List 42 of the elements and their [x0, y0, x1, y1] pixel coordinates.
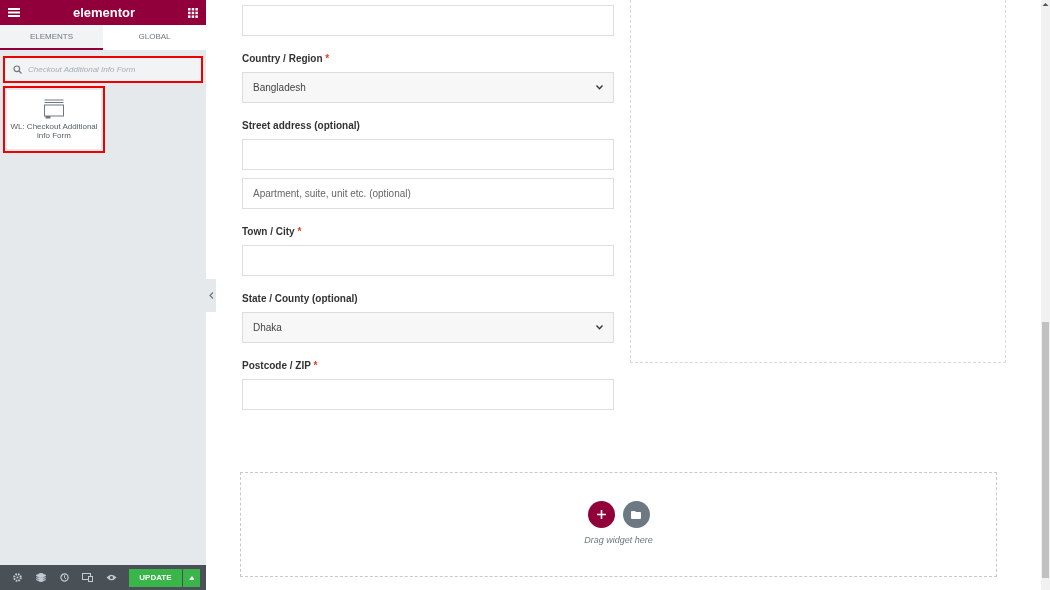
scrollbar-thumb[interactable]: [1042, 322, 1049, 578]
drop-hint: Drag widget here: [584, 534, 653, 548]
more-options-button[interactable]: [183, 568, 200, 587]
input-field[interactable]: Apartment, suite, unit etc. (optional): [242, 178, 614, 209]
folder-icon: [631, 510, 641, 519]
update-button[interactable]: UPDATE: [128, 568, 182, 587]
required-mark: *: [313, 360, 318, 371]
menu-icon[interactable]: [8, 8, 20, 17]
field-label: Town / City *: [242, 225, 303, 239]
form-icon: [44, 99, 64, 120]
select-field[interactable]: Bangladesh: [242, 72, 614, 103]
search-icon: [13, 65, 22, 74]
field-label: State / County (optional): [242, 292, 359, 306]
input-field[interactable]: [242, 139, 614, 170]
plus-icon: [596, 510, 606, 520]
field-label: Street address (optional): [242, 119, 361, 133]
settings-icon[interactable]: [13, 573, 23, 582]
layers-icon[interactable]: [36, 573, 47, 582]
grid-icon[interactable]: [188, 7, 198, 18]
select-field[interactable]: Dhaka: [242, 312, 614, 343]
scrollbar[interactable]: [1041, 0, 1050, 590]
logo: elementor: [72, 3, 136, 22]
caret-icon: [189, 575, 194, 580]
required-mark: *: [297, 226, 302, 237]
input-field[interactable]: [242, 245, 614, 276]
template-library-button[interactable]: [622, 501, 650, 529]
scroll-up-icon[interactable]: [1042, 2, 1049, 7]
field-label: Postcode / ZIP *: [242, 359, 319, 373]
add-section-button[interactable]: [587, 501, 615, 529]
chevron-icon: [208, 292, 214, 299]
panel-tab[interactable]: ELEMENTS: [0, 25, 103, 50]
input-field[interactable]: [242, 379, 614, 410]
chevron-down-icon: [596, 85, 603, 90]
collapse-handle[interactable]: [206, 279, 216, 312]
required-mark: *: [325, 53, 330, 64]
chevron-down-icon: [596, 325, 603, 330]
input-field[interactable]: [242, 5, 614, 36]
field-label: Country / Region *: [242, 52, 331, 66]
eye-icon[interactable]: [105, 574, 117, 581]
responsive-icon[interactable]: [82, 573, 94, 582]
history-icon[interactable]: [59, 573, 69, 582]
widget-card[interactable]: WL: Checkout Additional info Form: [7, 90, 101, 149]
